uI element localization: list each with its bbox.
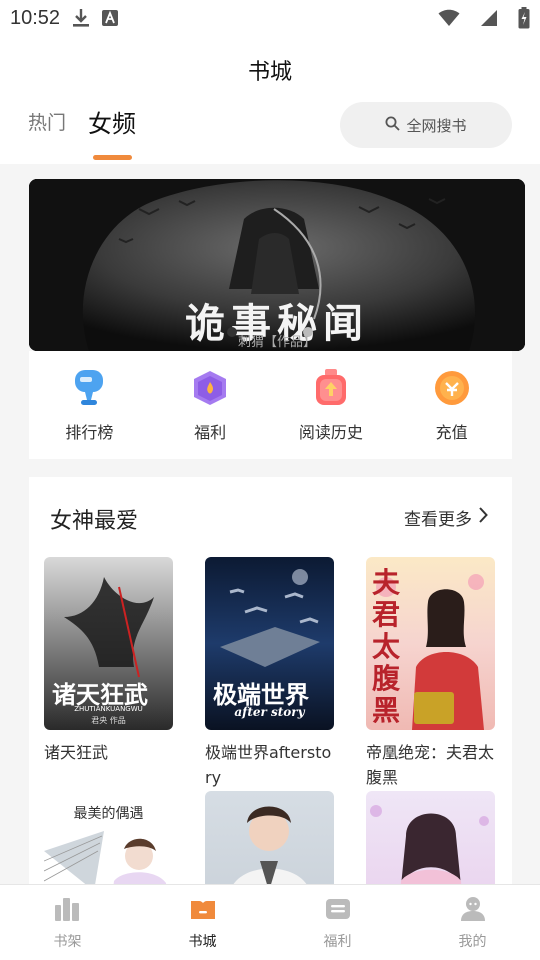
- book-name: 帝凰绝宠：夫君太腹黑: [366, 743, 495, 787]
- quick-link-history[interactable]: 阅读历史: [276, 367, 386, 443]
- quick-link-label: 充值: [435, 423, 468, 442]
- active-tab-indicator: [93, 155, 132, 160]
- nav-welfare[interactable]: 福利: [270, 885, 405, 960]
- welfare-icon: [323, 895, 353, 927]
- bottom-nav: 书架 书城 福利 我的: [0, 884, 540, 960]
- bookstore-icon: [188, 895, 218, 927]
- quick-link-label: 福利: [194, 423, 227, 442]
- profile-icon: [458, 895, 488, 927]
- book-cover: 诸天狂武 ZHUTIANKUANGWU 君央 作品: [44, 557, 173, 730]
- search-icon: [385, 116, 401, 135]
- view-more-link[interactable]: 查看更多: [404, 505, 488, 530]
- section-title: 女神最爱: [50, 509, 139, 534]
- book-card[interactable]: 极端世界 after story 极端世界afterstory: [205, 557, 334, 790]
- gift-icon: [189, 367, 231, 409]
- book-card[interactable]: 诸天狂武 ZHUTIANKUANGWU 君央 作品 诸天狂武: [44, 557, 173, 765]
- coin-icon: [431, 367, 473, 409]
- signal-icon: [480, 9, 498, 27]
- page-title: 书城: [247, 60, 292, 85]
- quick-link-welfare[interactable]: 福利: [155, 367, 265, 443]
- battery-icon: [518, 7, 530, 29]
- quick-link-label: 阅读历史: [298, 423, 363, 442]
- quick-links: 排行榜 福利 阅读历史 充值: [29, 351, 512, 459]
- nav-bookstore[interactable]: 书城: [135, 885, 270, 960]
- book-cover-subtitle: ZHUTIANKUANGWU: [74, 705, 143, 713]
- book-cover: 极端世界 after story: [205, 557, 334, 730]
- book-cover-author: 君央 作品: [91, 716, 126, 725]
- book-name: 诸天狂武: [44, 743, 109, 762]
- quick-link-ranking[interactable]: 排行榜: [34, 367, 144, 443]
- banner-pagination: [0, 322, 540, 341]
- pagination-dot-active[interactable]: [302, 327, 313, 337]
- search-button[interactable]: 全网搜书: [340, 102, 512, 148]
- chevron-right-icon: [478, 507, 488, 528]
- view-more-label: 查看更多: [404, 510, 472, 530]
- trophy-icon: [68, 367, 110, 409]
- text-a-icon: [102, 10, 119, 26]
- quick-link-recharge[interactable]: 充值: [397, 367, 507, 443]
- pagination-dot[interactable]: [227, 327, 238, 337]
- nav-label: 福利: [323, 933, 352, 950]
- page-header: 书城 热门 女频 全网搜书: [0, 36, 540, 164]
- nav-label: 我的: [458, 933, 487, 950]
- tab-female[interactable]: 女频: [88, 104, 136, 139]
- book-cover-subtitle: after story: [234, 705, 305, 719]
- book-card[interactable]: 夫君太腹黑 帝凰绝宠：夫君太腹黑: [366, 557, 495, 790]
- status-bar: 10:52: [0, 0, 540, 36]
- bookshelf-icon: [53, 895, 83, 927]
- quick-link-label: 排行榜: [65, 423, 114, 442]
- book-cover-title: 夫君太腹黑: [372, 566, 401, 727]
- status-time: 10:52: [10, 6, 61, 29]
- tab-hot[interactable]: 热门: [28, 108, 66, 135]
- book-cover: 夫君太腹黑: [366, 557, 495, 730]
- search-label: 全网搜书: [406, 116, 467, 135]
- recommend-section: 女神最爱 查看更多 诸天狂武 ZHUTIANKUANGWU 君央 作品 诸天狂武: [29, 477, 512, 960]
- nav-bookshelf[interactable]: 书架: [0, 885, 135, 960]
- book-name: 极端世界afterstory: [205, 743, 332, 787]
- download-icon: [72, 8, 90, 28]
- nav-label: 书架: [53, 933, 82, 950]
- history-icon: [310, 367, 352, 409]
- wifi-icon: [438, 9, 460, 27]
- nav-label: 书城: [188, 933, 217, 950]
- nav-profile[interactable]: 我的: [405, 885, 540, 960]
